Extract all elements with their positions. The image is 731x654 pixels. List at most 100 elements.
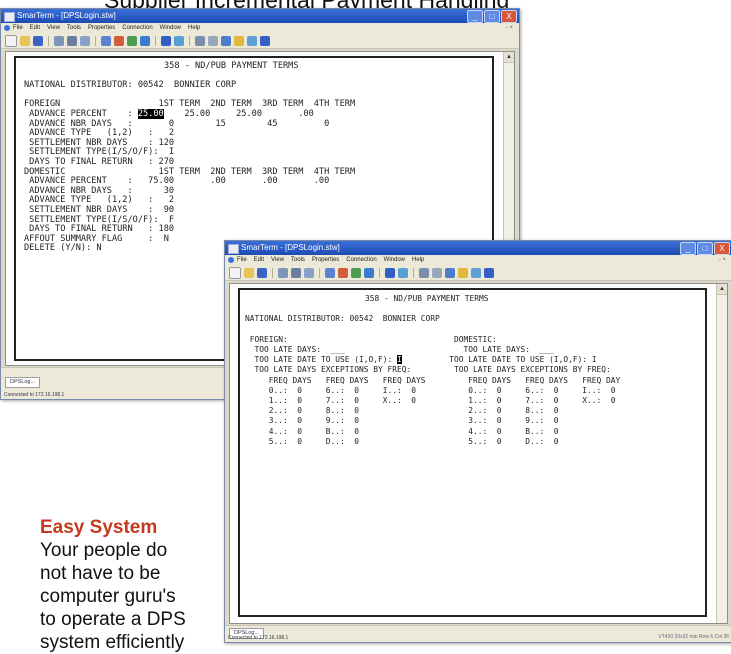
smarterm-window-late-days: SmarTerm - [DPSLogin.stw] _ □ X File Edi… xyxy=(224,240,731,643)
transfer-icon[interactable] xyxy=(351,267,361,278)
too-late-days-row: TOO LATE DAYS: ___ TOO LATE DAYS: ___ xyxy=(245,345,554,355)
macro-icon[interactable] xyxy=(161,35,171,46)
caption-line: to operate a DPS xyxy=(40,609,186,630)
open-folder-icon[interactable] xyxy=(20,35,30,46)
paste-icon[interactable] xyxy=(304,267,314,278)
toolbar-separator xyxy=(272,267,273,278)
minimize-button[interactable]: _ xyxy=(467,10,483,23)
window-titlebar[interactable]: SmarTerm - [DPSLogin.stw] _ □ X xyxy=(225,241,731,255)
too-late-date-domestic: TOO LATE DATE TO USE (I,O,F): I xyxy=(401,355,597,365)
grid-icon[interactable] xyxy=(419,267,429,278)
menu-edit[interactable]: Edit xyxy=(30,23,40,33)
menu-edit[interactable]: Edit xyxy=(254,255,264,265)
menu-file[interactable]: File xyxy=(13,23,23,33)
terminal-line: 5..: 0 D..: 0 5..: 0 D..: 0 xyxy=(245,436,559,446)
maximize-button[interactable]: □ xyxy=(697,242,713,255)
save-icon[interactable] xyxy=(257,267,267,278)
menu-tools[interactable]: Tools xyxy=(67,23,81,33)
document-icon xyxy=(4,25,10,31)
keyboard-icon[interactable] xyxy=(140,35,150,46)
menu-help[interactable]: Help xyxy=(412,255,424,265)
settings-icon[interactable] xyxy=(221,35,231,46)
terminal-line: 3..: 0 9..: 0 3..: 0 9..: 0 xyxy=(245,416,559,426)
caption-line: computer guru's xyxy=(40,586,176,607)
menu-connection[interactable]: Connection xyxy=(346,255,376,265)
toolbar-separator xyxy=(379,267,380,278)
window-icon[interactable] xyxy=(471,267,481,278)
menu-tools[interactable]: Tools xyxy=(291,255,305,265)
minimize-button[interactable]: _ xyxy=(680,242,696,255)
terminal-text: 358 - ND/PUB PAYMENT TERMS NATIONAL DIST… xyxy=(24,61,355,254)
macro-icon[interactable] xyxy=(385,267,395,278)
document-window-controls[interactable]: - × xyxy=(506,23,513,33)
document-window-controls[interactable]: - × xyxy=(719,255,726,265)
new-session-icon[interactable] xyxy=(5,34,17,47)
caption-line: Your people do xyxy=(40,540,168,561)
toolbar-separator xyxy=(413,267,414,278)
scroll-up-arrow-icon[interactable]: ▲ xyxy=(504,52,514,63)
window-icon[interactable] xyxy=(247,35,257,46)
close-button[interactable]: X xyxy=(714,242,730,255)
connect-icon[interactable] xyxy=(54,35,64,46)
menu-properties[interactable]: Properties xyxy=(312,255,339,265)
menu-window[interactable]: Window xyxy=(384,255,405,265)
toolbar xyxy=(225,265,731,281)
screen-title: 358 - ND/PUB PAYMENT TERMS xyxy=(164,61,299,71)
close-button[interactable]: X xyxy=(501,10,517,23)
print-icon[interactable] xyxy=(325,267,335,278)
capture-icon[interactable] xyxy=(338,267,348,278)
print-icon[interactable] xyxy=(101,35,111,46)
menu-window[interactable]: Window xyxy=(160,23,181,33)
new-session-icon[interactable] xyxy=(229,266,241,279)
grid-icon[interactable] xyxy=(195,35,205,46)
terminal-line: FREQ DAYS FREQ DAYS FREQ DAYS FREQ DAYS … xyxy=(245,375,621,385)
edit-icon[interactable] xyxy=(234,35,244,46)
connect-icon[interactable] xyxy=(278,267,288,278)
too-late-date-label: TOO LATE DATE TO USE (I,O,F): xyxy=(245,355,398,365)
toolbar-separator xyxy=(48,35,49,46)
screen-title: 358 - ND/PUB PAYMENT TERMS xyxy=(365,294,489,303)
window-titlebar[interactable]: SmarTerm - [DPSLogin.stw] _ □ X xyxy=(1,9,519,23)
terminal-text: 358 - ND/PUB PAYMENT TERMS NATIONAL DIST… xyxy=(245,294,620,447)
caption-heading: Easy System xyxy=(40,517,158,538)
transfer-icon[interactable] xyxy=(127,35,137,46)
copy-icon[interactable] xyxy=(67,35,77,46)
toolbar-separator xyxy=(319,267,320,278)
toolbar-separator xyxy=(155,35,156,46)
menu-view[interactable]: View xyxy=(271,255,284,265)
edit-icon[interactable] xyxy=(458,267,468,278)
menu-help[interactable]: Help xyxy=(188,23,200,33)
terminal-app-icon xyxy=(4,12,15,22)
advance-percent-input[interactable]: 25.00 xyxy=(137,108,164,119)
terminal-line: TOO LATE DAYS EXCEPTIONS BY FREQ: TOO LA… xyxy=(245,365,611,375)
paste-icon[interactable] xyxy=(80,35,90,46)
distributor-line: NATIONAL DISTRIBUTOR: 00542 BONNIER CORP xyxy=(24,80,237,91)
terminal-status: VT420 33x32 min Row 6 Col 36 xyxy=(658,634,729,640)
layout-icon[interactable] xyxy=(432,267,442,278)
keyboard-icon[interactable] xyxy=(364,267,374,278)
toolbar xyxy=(1,33,519,49)
session-tab[interactable]: DPSLog... xyxy=(5,377,41,388)
menu-view[interactable]: View xyxy=(47,23,60,33)
status-bar: DPSLog... Connected to 172.16.198.1 VT42… xyxy=(225,625,731,642)
menu-connection[interactable]: Connection xyxy=(122,23,152,33)
terminal-screen[interactable]: 358 - ND/PUB PAYMENT TERMS NATIONAL DIST… xyxy=(229,283,728,624)
play-icon[interactable] xyxy=(398,267,408,278)
window-title: SmarTerm - [DPSLogin.stw] xyxy=(17,11,116,20)
open-folder-icon[interactable] xyxy=(244,267,254,278)
layout-icon[interactable] xyxy=(208,35,218,46)
play-icon[interactable] xyxy=(174,35,184,46)
help-icon[interactable] xyxy=(260,35,270,46)
settings-icon[interactable] xyxy=(445,267,455,278)
copy-icon[interactable] xyxy=(291,267,301,278)
caption-line: not have to be xyxy=(40,563,161,584)
advance-percent-label: ADVANCE PERCENT : xyxy=(24,108,138,119)
vertical-scrollbar[interactable]: ▲ xyxy=(716,284,727,623)
save-icon[interactable] xyxy=(33,35,43,46)
maximize-button[interactable]: □ xyxy=(484,10,500,23)
help-icon[interactable] xyxy=(484,267,494,278)
menu-file[interactable]: File xyxy=(237,255,247,265)
menu-properties[interactable]: Properties xyxy=(88,23,115,33)
capture-icon[interactable] xyxy=(114,35,124,46)
scroll-up-arrow-icon[interactable]: ▲ xyxy=(717,284,727,295)
